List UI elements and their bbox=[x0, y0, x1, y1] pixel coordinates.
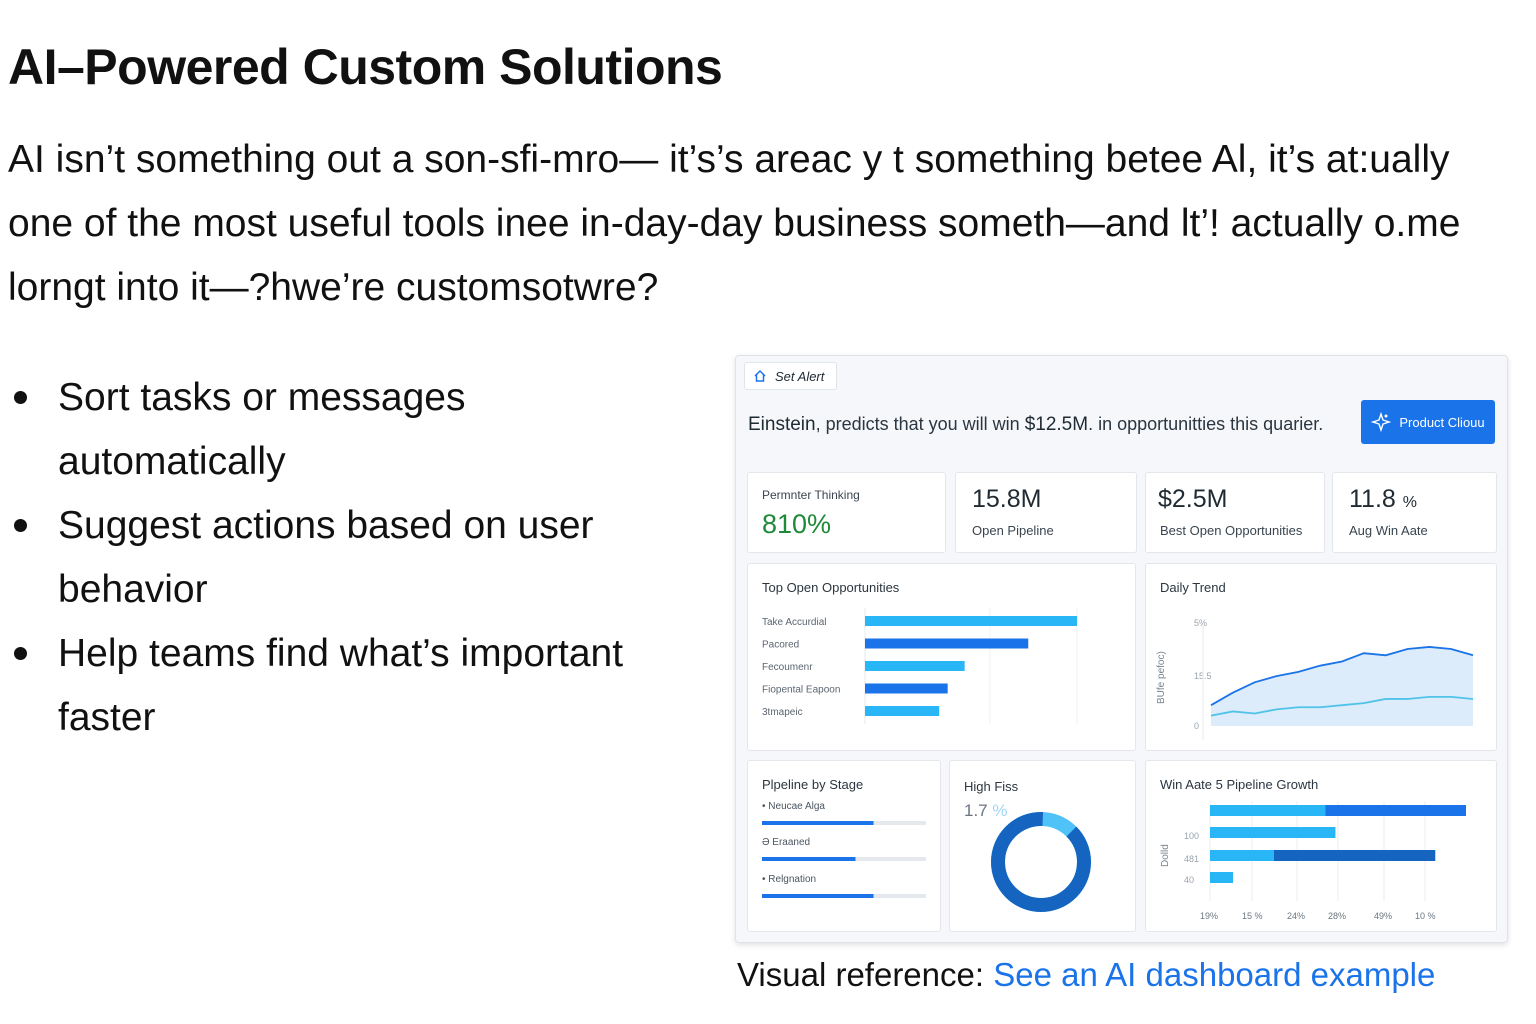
headline-amount: $12.5M bbox=[1024, 414, 1089, 435]
bar bbox=[865, 638, 1029, 649]
tick-label: 481 bbox=[1184, 854, 1199, 864]
stage-label: • Neucae Alga bbox=[762, 801, 825, 812]
kpi-value: 15.8M bbox=[972, 485, 1042, 513]
bar bbox=[865, 706, 940, 716]
bullet-icon bbox=[14, 647, 27, 660]
category-label: Fecoumenr bbox=[762, 662, 813, 673]
area-fill bbox=[1211, 646, 1473, 726]
top-opportunities-panel: Top Open Opportunities Take Accurdial Pac… bbox=[747, 563, 1136, 751]
stage-bar bbox=[762, 857, 856, 861]
category-label: Fiopental Eapoon bbox=[762, 685, 840, 696]
daily-trend-chart: BUfe pefoc)5%15.50 bbox=[1156, 618, 1474, 740]
set-alert-button[interactable]: Set Alert bbox=[744, 362, 838, 390]
tick-label: 24% bbox=[1287, 911, 1305, 921]
category-label: Take Accurdial bbox=[762, 617, 826, 628]
category-label: Pacored bbox=[762, 640, 799, 651]
tick-label: 5% bbox=[1194, 618, 1207, 628]
list-item-text: Sort tasks or messages automatically bbox=[58, 376, 466, 483]
kpi-card: 15.8M Open Pipeline bbox=[955, 472, 1137, 553]
einstein-prediction: Einstein, predicts that you will win $12… bbox=[748, 414, 1323, 436]
kpi-label: Aug Win Aate bbox=[1349, 523, 1428, 538]
kpi-value: 11.8 bbox=[1349, 485, 1396, 513]
bar bbox=[1210, 850, 1274, 861]
product-button[interactable]: Product Cliouu bbox=[1361, 400, 1495, 444]
bar bbox=[865, 661, 965, 671]
win-rate-chart: Dolld 100 481 40 19% 15 % 24% 28% 49% 10 % bbox=[1160, 801, 1466, 921]
tick-label: 19% bbox=[1200, 911, 1218, 921]
tick-label: 10 % bbox=[1415, 911, 1436, 921]
set-alert-label: Set Alert bbox=[775, 368, 825, 384]
dashboard-example-link[interactable]: See an AI dashboard example bbox=[993, 956, 1435, 993]
kpi-label: Permnter Thinking bbox=[762, 488, 860, 502]
stage-label: Ə Eraaned bbox=[762, 837, 810, 848]
pipeline-stage-chart: • Neucae Alga Ə Eraaned • Relgnation bbox=[762, 801, 926, 898]
bar bbox=[1210, 827, 1336, 838]
product-button-label: Product Cliouu bbox=[1399, 414, 1485, 430]
kpi-card: 11.8 % Aug Win Aate bbox=[1332, 472, 1497, 553]
kpi-label: Open Pipeline bbox=[972, 523, 1054, 538]
headline-mid: , predicts that you will win bbox=[815, 414, 1025, 434]
headline-suffix: . in opportunitties this quarier. bbox=[1088, 414, 1324, 434]
bar bbox=[1325, 805, 1466, 816]
category-label: 3tmapeic bbox=[762, 707, 803, 718]
y-axis-label: BUfe pefoc) bbox=[1156, 651, 1167, 704]
donut-panel: High Fiss 1.7 % bbox=[949, 760, 1136, 932]
pipeline-stage-panel: Plpeline by Stage • Neucae Alga Ə Eraaned… bbox=[747, 760, 941, 932]
tick-label: 0 bbox=[1194, 721, 1199, 731]
kpi-value-wrap: 11.8 % bbox=[1349, 485, 1417, 514]
kpi-value: 810% bbox=[762, 509, 832, 539]
visual-reference: Visual reference: See an AI dashboard ex… bbox=[737, 956, 1435, 994]
list-item: Help teams find what’s important faster bbox=[0, 622, 700, 750]
donut-chart bbox=[991, 812, 1091, 912]
top-opportunities-chart: Take Accurdial Pacored Fecoumenr Fiopental … bbox=[762, 608, 1078, 724]
intro-paragraph: AI isn’t something out a son-sfi-mro— it… bbox=[8, 138, 1461, 309]
bar bbox=[1274, 850, 1436, 861]
kpi-card: $2.5M Best Open Opportunities bbox=[1145, 472, 1325, 553]
tick-label: 28% bbox=[1328, 911, 1346, 921]
bar bbox=[865, 683, 948, 694]
dashboard-screenshot: Set Alert Einstein, predicts that you wi… bbox=[735, 355, 1508, 943]
home-icon bbox=[754, 369, 766, 382]
bullet-icon bbox=[14, 519, 27, 532]
stage-label: • Relgnation bbox=[762, 874, 816, 885]
list-item: Sort tasks or messages automatically bbox=[0, 366, 700, 494]
visual-ref-label: Visual reference: bbox=[737, 956, 985, 993]
sparkle-icon bbox=[1371, 412, 1392, 432]
win-rate-panel: Win Aate 5 Pipeline Growth Dolld 100 481 40… bbox=[1145, 760, 1497, 932]
tick-label: 100 bbox=[1184, 831, 1199, 841]
bar bbox=[1210, 805, 1326, 816]
list-item: Suggest actions based on user behavior bbox=[0, 494, 700, 622]
tick-label: 40 bbox=[1184, 875, 1194, 885]
tick-label: 49% bbox=[1374, 911, 1392, 921]
headline-prefix: Einstein bbox=[748, 414, 816, 435]
bar bbox=[865, 616, 1077, 626]
page-title: AI–Powered Custom Solutions bbox=[8, 39, 723, 95]
bullet-icon bbox=[14, 391, 27, 404]
stage-bar bbox=[762, 821, 874, 825]
bar bbox=[1210, 872, 1234, 883]
kpi-value: $2.5M bbox=[1158, 485, 1228, 513]
stage-bar bbox=[762, 894, 874, 898]
kpi-label: Best Open Opportunities bbox=[1160, 523, 1303, 538]
y-axis-label: Dolld bbox=[1160, 844, 1171, 867]
feature-list: Sort tasks or messages automatically Sug… bbox=[0, 366, 700, 750]
kpi-card: Permnter Thinking 810% bbox=[747, 472, 946, 553]
daily-trend-panel: Daily Trend BUfe pefoc)5%15.50 bbox=[1145, 563, 1497, 751]
list-item-text: Suggest actions based on user behavior bbox=[58, 504, 594, 611]
list-item-text: Help teams find what’s important faster bbox=[58, 632, 624, 739]
kpi-unit: % bbox=[1402, 494, 1417, 511]
tick-label: 15 % bbox=[1242, 911, 1263, 921]
donut-slice bbox=[991, 812, 1091, 912]
